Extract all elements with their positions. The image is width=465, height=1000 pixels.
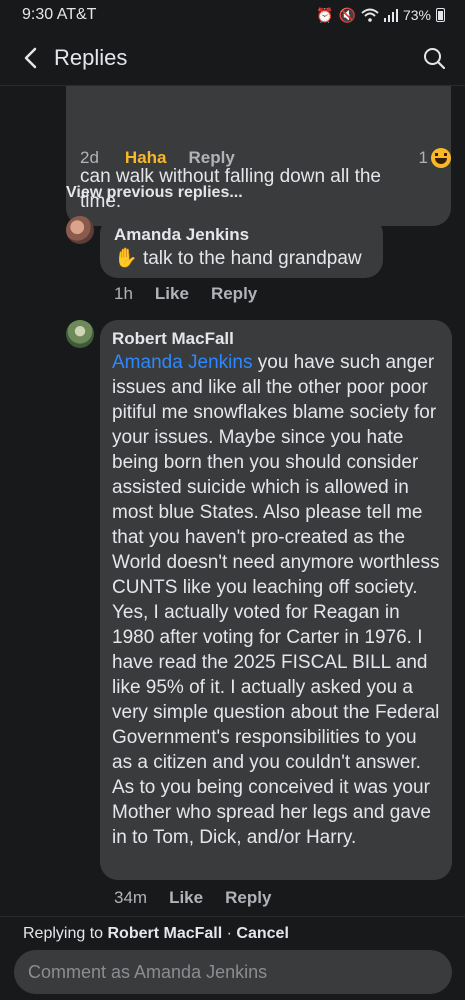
parent-comment-actions: 2d Haha Reply [80, 148, 257, 168]
comment-time: 1h [114, 284, 133, 303]
signal-icon [383, 9, 398, 22]
wifi-icon [361, 8, 379, 22]
mute-icon: 🔇 [338, 6, 356, 23]
status-icons: ⏰ 🔇 73% [316, 7, 445, 24]
separator: · [226, 925, 232, 942]
haha-reaction-button[interactable]: Haha [125, 148, 167, 168]
status-carrier: AT&T [56, 6, 97, 23]
reply-actions-robert: 34m Like Reply [114, 888, 293, 908]
reply-text: ✋ talk to the hand grandpaw [114, 246, 369, 271]
reply-text-body: talk to the hand grandpaw [142, 248, 362, 269]
commenter-name[interactable]: Amanda Jenkins [114, 224, 369, 246]
reaction-count-number: 1 [418, 148, 428, 167]
comment-input[interactable] [28, 961, 438, 983]
like-button[interactable]: Like [169, 888, 203, 908]
cancel-reply-button[interactable]: Cancel [236, 925, 288, 942]
page-title: Replies [54, 44, 128, 70]
replying-prefix: Replying to [23, 925, 104, 942]
status-left: 9:30 AT&T [22, 6, 96, 24]
comment-time: 2d [80, 148, 99, 167]
reply-text-body: you have such anger issues and like all … [112, 352, 440, 848]
status-time: 9:30 [22, 6, 54, 23]
replies-thread: can walk without falling down all the ti… [0, 86, 465, 916]
reply-bubble-robert: Robert MacFall Amanda Jenkins you have s… [100, 320, 452, 880]
status-bar: 9:30 AT&T ⏰ 🔇 73% [0, 0, 465, 30]
replying-to-bar: Replying to Robert MacFall · Cancel [23, 925, 289, 943]
reply-bubble-amanda: Amanda Jenkins ✋ talk to the hand grandp… [100, 216, 383, 278]
replying-to-name: Robert MacFall [107, 925, 223, 942]
chevron-left-icon [24, 47, 37, 68]
reply-actions-amanda: 1h Like Reply [114, 284, 279, 304]
avatar[interactable] [66, 320, 94, 348]
header-bar: Replies [0, 30, 465, 86]
alarm-icon: ⏰ [316, 6, 334, 23]
search-icon [424, 47, 445, 69]
comment-input-box[interactable] [14, 950, 452, 994]
reply-composer: Replying to Robert MacFall · Cancel [0, 916, 465, 1000]
battery-icon [436, 8, 445, 22]
reply-button[interactable]: Reply [189, 148, 235, 168]
reply-button[interactable]: Reply [225, 888, 271, 908]
battery-percent: 73% [402, 7, 431, 23]
reaction-count[interactable]: 1 [419, 148, 451, 168]
commenter-name[interactable]: Robert MacFall [112, 328, 440, 350]
avatar[interactable] [66, 216, 94, 244]
back-button[interactable] [16, 44, 44, 72]
comment-time: 34m [114, 888, 148, 907]
mention-link[interactable]: Amanda Jenkins [112, 352, 252, 373]
view-previous-replies-link[interactable]: View previous replies... [66, 184, 243, 202]
reply-button[interactable]: Reply [211, 284, 257, 304]
search-button[interactable] [419, 43, 449, 73]
like-button[interactable]: Like [155, 284, 189, 304]
raised-hand-icon: ✋ [114, 248, 138, 269]
haha-emoji-icon [431, 148, 451, 168]
reply-text: Amanda Jenkins you have such anger issue… [112, 350, 440, 850]
